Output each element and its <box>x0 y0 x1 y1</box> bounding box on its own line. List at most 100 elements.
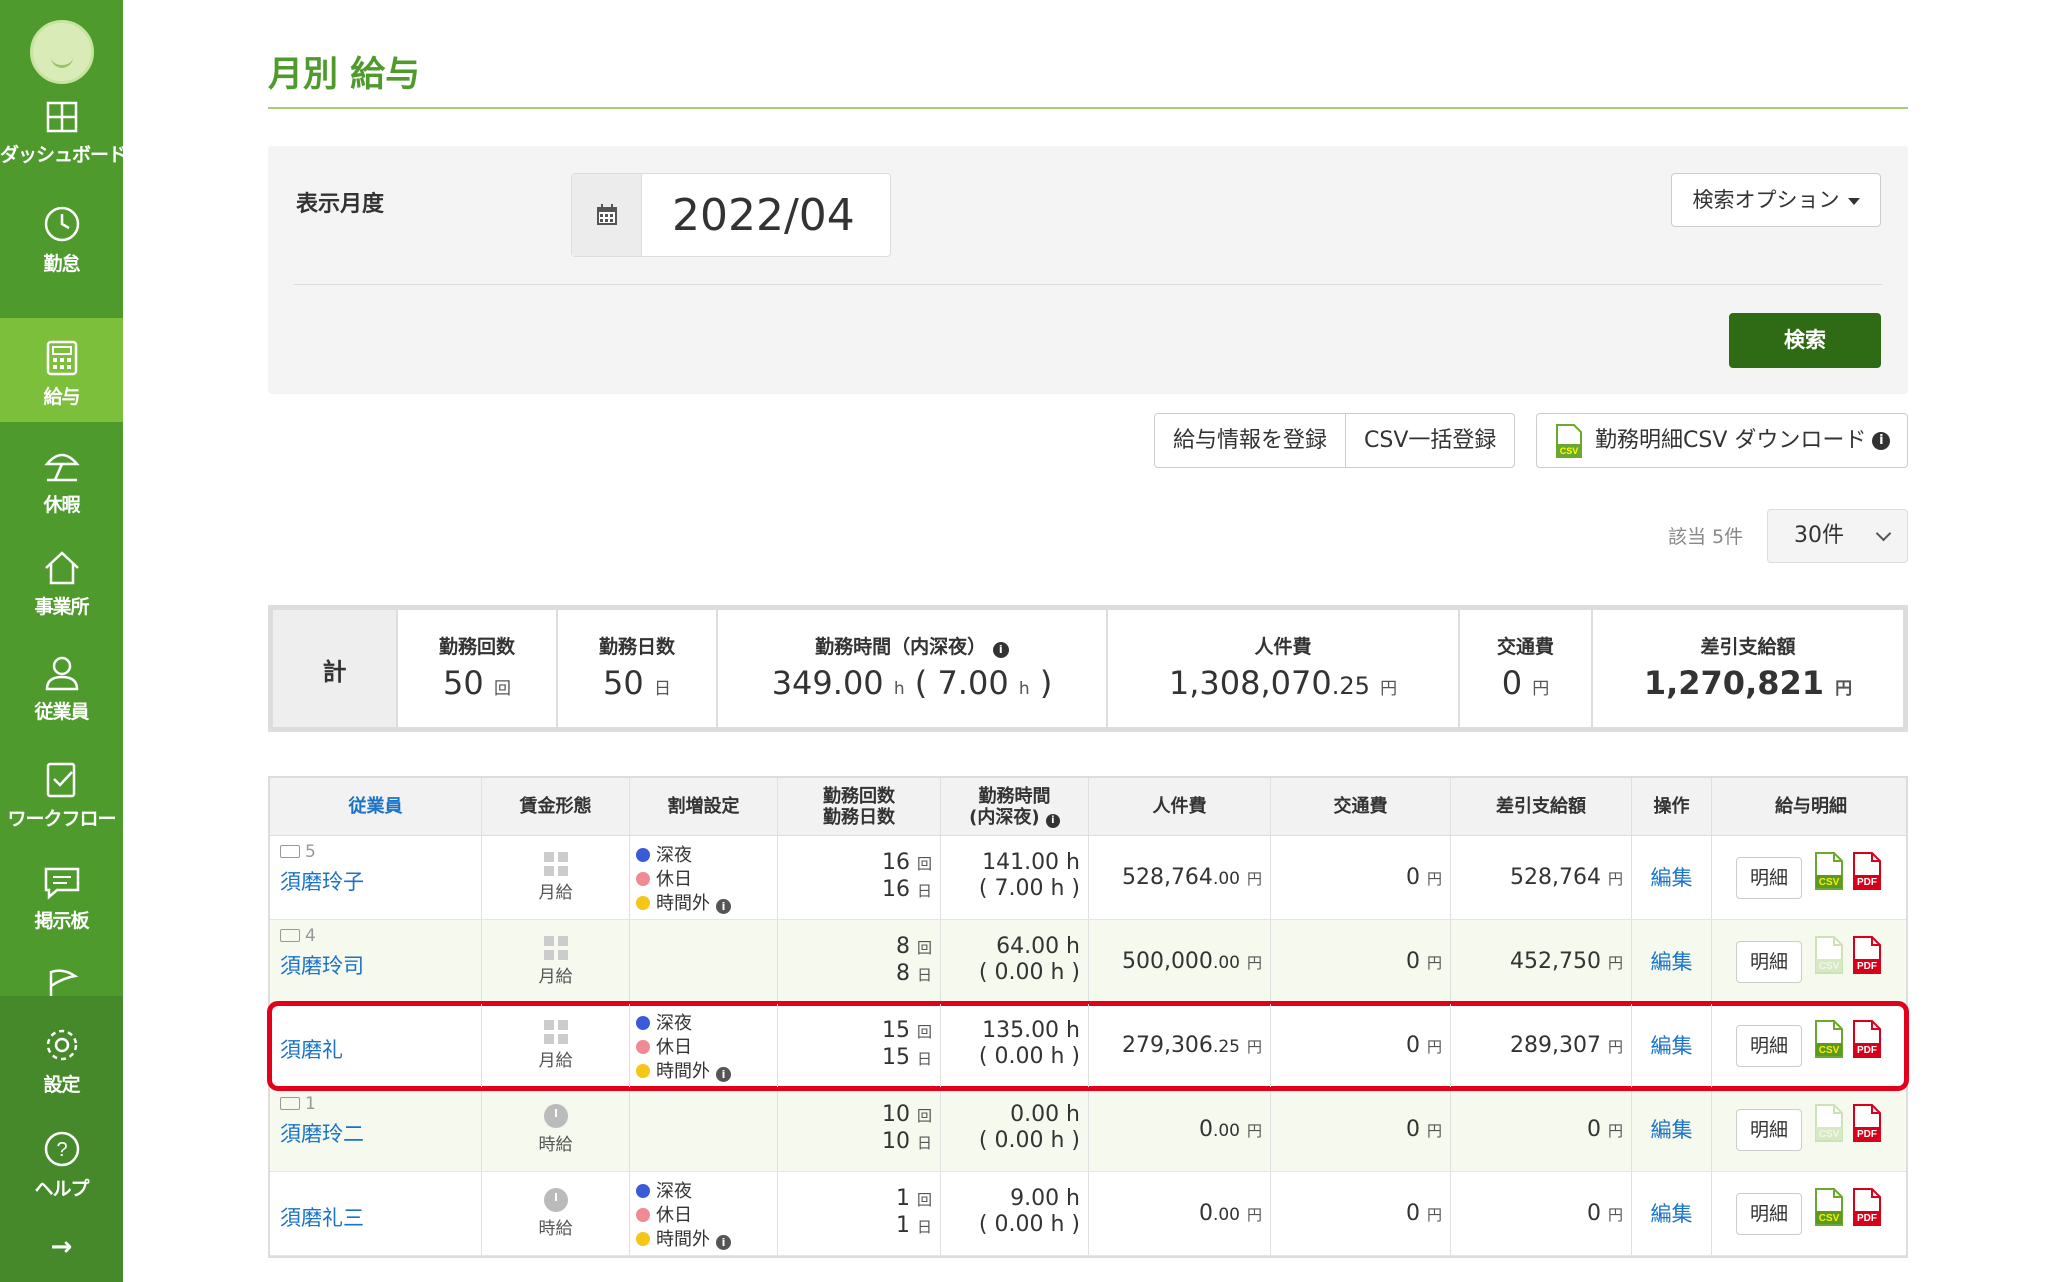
status-dot-icon <box>636 1184 650 1198</box>
edit-link[interactable]: 編集 <box>1631 920 1711 1003</box>
detail-button[interactable]: 明細 <box>1736 941 1802 983</box>
transport-cell: 0 円 <box>1270 920 1450 1003</box>
column-header: 割増設定 <box>629 778 777 835</box>
sidebar-item-label: 給与 <box>43 386 80 408</box>
edit-link[interactable]: 編集 <box>1631 836 1711 919</box>
overtime-item-night: 深夜 <box>636 1012 777 1036</box>
sidebar-item-employees[interactable]: 従業員 <box>0 655 123 759</box>
info-icon[interactable]: i <box>716 1235 731 1250</box>
clock-icon <box>543 1104 568 1128</box>
detail-button[interactable]: 明細 <box>1736 1193 1802 1235</box>
employee-name-link[interactable]: 須磨玲司 <box>280 950 364 980</box>
download-csv-label: 勤務明細CSV ダウンロード <box>1595 428 1867 453</box>
sidebar-item-payroll[interactable]: 給与 <box>0 318 123 422</box>
csv-file-icon[interactable]: CSV <box>1814 852 1844 895</box>
info-icon[interactable]: i <box>716 1067 731 1082</box>
csv-bulk-register-button[interactable]: CSV一括登録 <box>1345 414 1514 467</box>
work-hours-cell: 135.00 h( 0.00 h ) <box>940 1004 1088 1087</box>
info-icon[interactable]: i <box>1872 432 1891 450</box>
sidebar-item-dashboard[interactable]: ダッシュボード <box>0 100 127 204</box>
sidebar-item-label: 休暇 <box>43 494 80 516</box>
column-header: 差引支給額 <box>1450 778 1631 835</box>
pdf-file-icon[interactable]: PDF <box>1852 936 1882 979</box>
info-icon[interactable]: i <box>1045 813 1060 828</box>
sidebar-item-board[interactable]: 掲示板 <box>0 866 123 970</box>
sidebar-item-office[interactable]: 事業所 <box>0 550 123 654</box>
employee-name-link[interactable]: 須磨玲子 <box>280 866 364 896</box>
download-csv-button[interactable]: CSV 勤務明細CSV ダウンロード i <box>1536 413 1908 468</box>
overtime-item-night: 深夜 <box>636 1180 777 1204</box>
sidebar-item-workflow[interactable]: ワークフロー <box>0 760 123 864</box>
column-header-employee[interactable]: 従業員 <box>270 778 481 835</box>
sidebar-item-label: ワークフロー <box>7 808 116 830</box>
labor-cost-cell: 500,000.00 円 <box>1088 920 1270 1003</box>
table-row-highlighted: 須磨礼 月給 深夜 休日 時間外 i 15 回 15 日 135.00 h( 0.00… <box>267 1001 1909 1091</box>
register-payroll-button[interactable]: 給与情報を登録 <box>1155 414 1345 467</box>
search-options-label: 検索オプション <box>1692 188 1840 212</box>
wage-type-label: 時給 <box>538 1135 573 1155</box>
transport-cell: 0 円 <box>1270 1172 1450 1255</box>
employee-name-link[interactable]: 須磨礼 <box>280 1034 343 1064</box>
pdf-file-icon[interactable]: PDF <box>1852 1188 1882 1231</box>
overtime-item-holiday: 休日 <box>636 1036 777 1060</box>
month-picker[interactable]: 2022/04 <box>571 173 891 257</box>
summary-net-pay: 差引支給額 1,270,821 円 <box>1591 610 1903 727</box>
detail-button[interactable]: 明細 <box>1736 1025 1802 1067</box>
overtime-item-overtime: 時間外 i <box>636 1228 777 1252</box>
detail-button[interactable]: 明細 <box>1736 1109 1802 1151</box>
per-page-value: 30件 <box>1794 523 1844 548</box>
work-count-cell: 1 回 1 日 <box>777 1172 940 1255</box>
csv-file-icon[interactable]: CSV <box>1814 1188 1844 1231</box>
search-options-dropdown[interactable]: 検索オプション <box>1671 173 1881 227</box>
column-header: 勤務回数 勤務日数 <box>777 778 940 835</box>
summary-value: 0 円 <box>1501 664 1550 702</box>
month-value[interactable]: 2022/04 <box>672 190 855 241</box>
sidebar-item-help[interactable]: ? ヘルプ <box>0 1130 123 1234</box>
employee-number: 1 <box>280 1094 316 1114</box>
payslip-cell: 明細 CSV PDF <box>1711 1004 1910 1087</box>
edit-link[interactable]: 編集 <box>1631 1004 1711 1087</box>
sidebar-item-attendance[interactable]: 勤怠 <box>0 205 123 309</box>
search-panel: 表示月度 2022/04 検索オプション 検索 <box>268 146 1908 394</box>
edit-link[interactable]: 編集 <box>1631 1088 1711 1171</box>
help-icon: ? <box>44 1131 79 1167</box>
per-page-select[interactable]: 30件 <box>1767 509 1908 563</box>
info-icon[interactable]: i <box>992 642 1009 658</box>
pdf-file-icon[interactable]: PDF <box>1852 1020 1882 1063</box>
table-row: 1 須磨玲二 時給 10 回 10 日 0.00 h( 0.00 h ) 0.0… <box>270 1088 1906 1172</box>
page-title: 月別 給与 <box>268 55 421 95</box>
calendar-icon[interactable] <box>572 174 642 256</box>
labor-cost-cell: 0.00 円 <box>1088 1172 1270 1255</box>
summary-header: 勤務回数 <box>438 636 515 658</box>
home-icon <box>44 551 79 585</box>
csv-file-icon[interactable]: CSV <box>1814 1020 1844 1063</box>
summary-value: 1,270,821 円 <box>1643 664 1853 702</box>
grid-icon <box>543 852 568 876</box>
summary-transport: 交通費 0 円 <box>1458 610 1591 727</box>
work-hours-cell: 64.00 h( 0.00 h ) <box>940 920 1088 1003</box>
sidebar-bottom: 設定 ? ヘルプ → <box>0 996 123 1282</box>
info-icon[interactable]: i <box>716 899 731 914</box>
net-pay-cell: 452,750 円 <box>1450 920 1631 1003</box>
table-row: 須磨礼三 時給 深夜 休日 時間外 i 1 回 1 日 9.00 h( 0.00 h … <box>270 1172 1906 1256</box>
sidebar-item-leave[interactable]: 休暇 <box>0 446 123 550</box>
svg-text:PDF: PDF <box>1857 1213 1877 1224</box>
payslip-cell: 明細 CSV PDF <box>1711 1088 1910 1171</box>
employee-name-link[interactable]: 須磨礼三 <box>280 1202 364 1232</box>
status-dot-icon <box>636 1064 650 1078</box>
sidebar-item-settings[interactable]: 設定 <box>0 1026 123 1130</box>
pdf-file-icon[interactable]: PDF <box>1852 852 1882 895</box>
csv-file-icon[interactable]: CSV <box>1814 936 1844 979</box>
payslip-cell: 明細 CSV PDF <box>1711 1172 1910 1255</box>
sidebar-collapse-button[interactable]: → <box>0 1232 123 1272</box>
detail-button[interactable]: 明細 <box>1736 857 1802 899</box>
edit-link[interactable]: 編集 <box>1631 1172 1711 1255</box>
pdf-file-icon[interactable]: PDF <box>1852 1104 1882 1147</box>
avatar[interactable] <box>30 20 94 84</box>
svg-text:CSV: CSV <box>1819 877 1840 888</box>
search-button[interactable]: 検索 <box>1729 313 1881 368</box>
dashboard-icon <box>46 101 77 133</box>
employee-name-link[interactable]: 須磨玲二 <box>280 1118 364 1148</box>
sidebar-item-label: 設定 <box>43 1074 80 1096</box>
csv-file-icon[interactable]: CSV <box>1814 1104 1844 1147</box>
